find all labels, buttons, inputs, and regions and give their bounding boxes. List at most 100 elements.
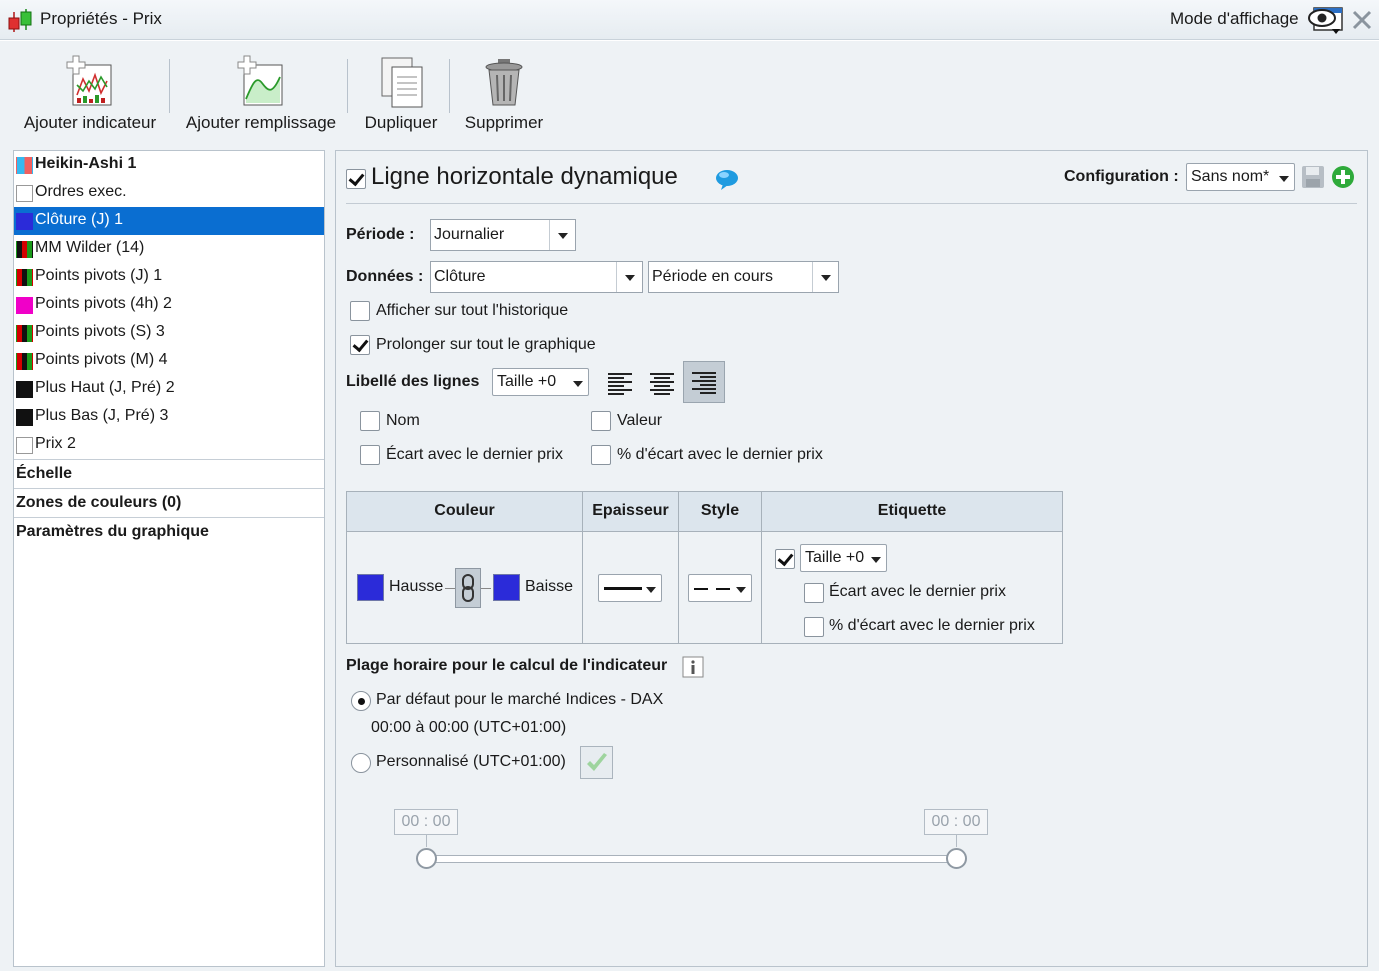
show-history-checkbox[interactable]	[350, 301, 370, 321]
down-color-swatch[interactable]	[493, 574, 520, 601]
start-time-input[interactable]: 00 : 00	[394, 809, 458, 835]
default-schedule-radio[interactable]	[351, 691, 371, 711]
default-schedule-label: Par défaut pour le marché Indices - DAX	[376, 691, 664, 708]
indicator-list-item[interactable]: Points pivots (M) 4	[14, 347, 324, 375]
window-title: Propriétés - Prix	[40, 9, 162, 28]
indicator-list-item-label: MM Wilder (14)	[35, 239, 145, 256]
indicator-color-swatch	[16, 185, 33, 202]
line-label-size-select[interactable]: Taille +0	[492, 368, 589, 396]
data-period-select[interactable]: Période en cours	[648, 261, 839, 293]
delete-button[interactable]: Supprimer	[458, 41, 550, 141]
show-history-label: Afficher sur tout l'historique	[376, 302, 569, 319]
indicator-list-item[interactable]: Plus Bas (J, Pré) 3	[14, 403, 324, 431]
custom-schedule-radio[interactable]	[351, 753, 371, 773]
data-source-select[interactable]: Clôture	[430, 261, 643, 293]
custom-schedule-label: Personnalisé (UTC+01:00)	[376, 753, 566, 770]
indicator-list-item[interactable]: MM Wilder (14)	[14, 235, 324, 263]
indicator-list-item-label: Heikin-Ashi 1	[35, 155, 137, 172]
section-scale[interactable]: Échelle	[14, 459, 324, 488]
indicator-list-item[interactable]: Plus Haut (J, Pré) 2	[14, 375, 324, 403]
toolbar-separator	[169, 59, 170, 113]
extend-chart-checkbox[interactable]	[350, 335, 370, 355]
configuration-label: Configuration :	[1064, 168, 1179, 185]
indicator-list-item-label: Ordres exec.	[35, 183, 127, 200]
value-label: Valeur	[617, 412, 663, 429]
toolbar-separator	[449, 59, 450, 113]
close-icon[interactable]	[1350, 8, 1374, 32]
chevron-down-icon	[736, 587, 746, 593]
app-candlestick-icon	[8, 9, 32, 32]
add-indicator-button[interactable]: Ajouter indicateur	[14, 41, 166, 141]
add-fill-button[interactable]: Ajouter remplissage	[181, 41, 341, 141]
time-range-track	[426, 855, 956, 863]
display-mode-eye-icon[interactable]	[1306, 4, 1346, 36]
link-line	[481, 588, 491, 589]
data-source-value: Clôture	[434, 268, 486, 285]
indicator-list-item[interactable]: Ordres exec.	[14, 179, 324, 207]
indicator-list-item[interactable]: Heikin-Ashi 1	[14, 151, 324, 179]
trash-icon	[485, 59, 523, 106]
align-right-button[interactable]	[683, 361, 725, 403]
pct-gap-last-price-checkbox[interactable]	[591, 445, 611, 465]
value-checkbox[interactable]	[591, 411, 611, 431]
chevron-down-icon	[812, 262, 838, 292]
apply-custom-button[interactable]	[580, 746, 613, 779]
gap-last-price-checkbox[interactable]	[360, 445, 380, 465]
indicator-list-item[interactable]: Points pivots (J) 1	[14, 263, 324, 291]
align-center-icon[interactable]	[648, 369, 676, 397]
properties-panel: Ligne horizontale dynamique Configuratio…	[335, 150, 1368, 967]
header-tag: Etiquette	[762, 492, 1062, 532]
end-time-handle[interactable]	[946, 848, 967, 869]
end-time-input[interactable]: 00 : 00	[924, 809, 988, 835]
chevron-down-icon	[871, 557, 881, 563]
indicator-list-item-label: Clôture (J) 1	[35, 211, 124, 228]
section-color-zones-label: Zones de couleurs (0)	[16, 494, 182, 511]
tag-pct-gap-last-checkbox[interactable]	[804, 617, 824, 637]
comment-bubble-icon[interactable]	[715, 169, 739, 191]
delete-label: Supprimer	[464, 113, 544, 132]
section-chart-settings[interactable]: Paramètres du graphique	[14, 517, 324, 546]
indicator-color-swatch	[16, 353, 33, 370]
divider	[346, 203, 1357, 204]
data-label: Données :	[346, 268, 424, 285]
thickness-preview	[604, 587, 642, 590]
save-icon[interactable]	[1301, 165, 1325, 189]
line-labels-label: Libellé des lignes	[346, 373, 480, 390]
indicator-list-item[interactable]: Prix 2	[14, 431, 324, 459]
column-divider	[582, 532, 583, 644]
indicator-color-swatch	[16, 269, 33, 286]
info-icon[interactable]	[682, 656, 704, 678]
line-style-table: Couleur Epaisseur Style Etiquette Hausse…	[346, 491, 1063, 644]
indicator-color-swatch	[16, 297, 33, 314]
indicator-list-item-label: Plus Haut (J, Pré) 2	[35, 379, 175, 396]
style-select[interactable]	[688, 574, 752, 602]
configuration-value: Sans nom*	[1191, 168, 1270, 185]
align-left-icon[interactable]	[606, 369, 634, 397]
indicator-list-item[interactable]: Clôture (J) 1	[14, 207, 324, 235]
title-bar: Propriétés - Prix Mode d'affichage	[0, 0, 1379, 40]
chevron-down-icon	[646, 587, 656, 593]
duplicate-button[interactable]: Dupliquer	[356, 41, 446, 141]
indicator-title: Ligne horizontale dynamique	[371, 163, 678, 190]
indicator-list-item[interactable]: Points pivots (S) 3	[14, 319, 324, 347]
configuration-select[interactable]: Sans nom*	[1186, 163, 1295, 191]
indicator-list-item[interactable]: Points pivots (4h) 2	[14, 291, 324, 319]
up-color-swatch[interactable]	[357, 574, 384, 601]
line-label-size-value: Taille +0	[497, 373, 557, 390]
name-checkbox[interactable]	[360, 411, 380, 431]
section-color-zones[interactable]: Zones de couleurs (0)	[14, 488, 324, 517]
section-scale-label: Échelle	[16, 465, 73, 482]
thickness-select[interactable]	[598, 574, 662, 602]
slider-tick	[426, 835, 427, 847]
toolbar-separator	[347, 59, 348, 113]
add-configuration-icon[interactable]	[1331, 165, 1355, 189]
indicator-color-swatch	[16, 409, 33, 426]
link-colors-button[interactable]	[455, 568, 481, 608]
tag-enabled-checkbox[interactable]	[775, 549, 795, 569]
period-select[interactable]: Journalier	[430, 219, 576, 251]
tag-gap-last-checkbox[interactable]	[804, 583, 824, 603]
indicator-enabled-checkbox[interactable]	[346, 169, 366, 189]
tag-size-select[interactable]: Taille +0	[800, 544, 887, 572]
start-time-handle[interactable]	[416, 848, 437, 869]
display-mode-label[interactable]: Mode d'affichage	[1170, 9, 1299, 29]
